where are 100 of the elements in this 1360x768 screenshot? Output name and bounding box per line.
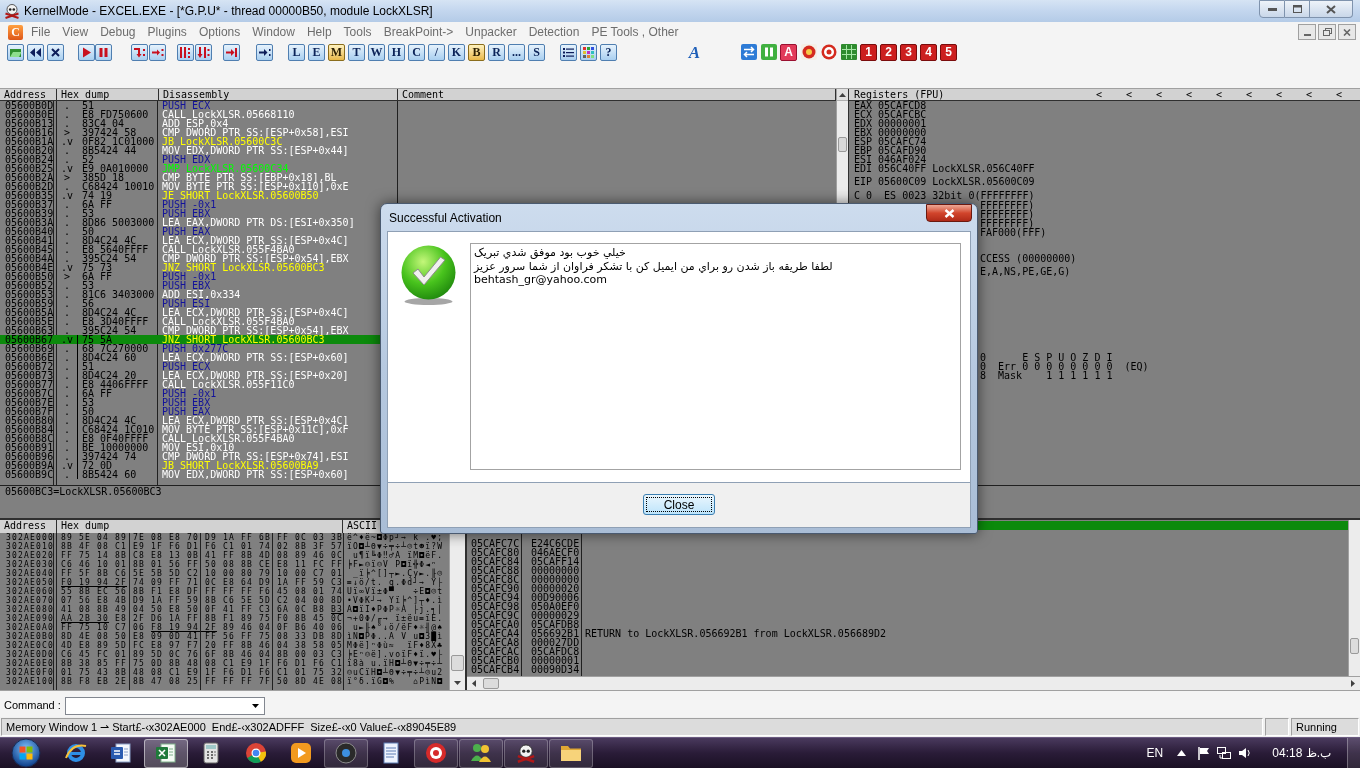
menu-item[interactable]: Window <box>246 23 301 41</box>
pause-button[interactable] <box>95 43 112 61</box>
list-button[interactable] <box>560 43 577 61</box>
letter-button[interactable]: S <box>528 43 545 61</box>
taskbar-button[interactable] <box>459 738 503 768</box>
rewind-button[interactable] <box>27 43 44 61</box>
taskbar-button[interactable] <box>414 738 458 768</box>
chevron-button[interactable]: < <box>1186 89 1192 100</box>
letter-button[interactable]: T <box>348 43 365 61</box>
scroll-thumb[interactable] <box>483 678 499 689</box>
letter-button[interactable]: H <box>388 43 405 61</box>
letter-button[interactable]: ... <box>508 43 525 61</box>
help-button[interactable]: ? <box>600 43 617 61</box>
code-row[interactable]: 05600B2D . C68424 10010 MOV BYTE PTR SS:[ESP+0x110],0xE <box>0 182 836 191</box>
letter-button[interactable]: M <box>328 43 345 61</box>
flag-icon[interactable] <box>1197 746 1212 760</box>
chevron-button[interactable]: < <box>1096 89 1102 100</box>
code-row[interactable]: 05600B1A .v 0F82 1C01000 JB LockXLSR.05600C3C <box>0 137 836 146</box>
menu-item[interactable]: Unpacker <box>459 23 523 41</box>
goto-button[interactable] <box>256 43 273 61</box>
number-button[interactable]: 4 <box>920 43 937 61</box>
code-row[interactable]: 05600B13 . 83C4 04 ADD ESP,0x4 <box>0 119 836 128</box>
code-row[interactable]: 05600B16 > 397424 58 CMP DWORD PTR SS:[ESP+0x58],ESI <box>0 128 836 137</box>
clock[interactable]: 04:18 ب.ظ <box>1272 744 1331 762</box>
chevron-button[interactable]: < <box>1246 89 1252 100</box>
close-button[interactable] <box>1310 0 1353 18</box>
maximize-button[interactable] <box>1285 0 1310 18</box>
letter-button[interactable]: B <box>468 43 485 61</box>
trace-over-button[interactable] <box>195 43 212 61</box>
letter-button[interactable]: W <box>368 43 385 61</box>
code-row[interactable]: 05600B24 . 52 PUSH EDX <box>0 155 836 164</box>
menu-item[interactable]: Debug <box>94 23 142 41</box>
show-desktop-button[interactable] <box>1347 738 1360 768</box>
letter-button[interactable]: L <box>288 43 305 61</box>
letter-button[interactable]: E <box>308 43 325 61</box>
code-row[interactable]: 05600B0E . E8 FD750600 CALL LockXLSR.05668110 <box>0 110 836 119</box>
code-row[interactable]: 05600B20 . 8B5424 44 MOV EDX,DWORD PTR SS:[ESP+0x44] <box>0 146 836 155</box>
close-button[interactable] <box>926 204 972 222</box>
close-dialog-button[interactable]: Close <box>643 494 715 515</box>
till-return-button[interactable] <box>223 43 240 61</box>
triangle-up-icon[interactable] <box>1177 750 1187 756</box>
menu-item[interactable]: Options <box>192 23 247 41</box>
close-file-button[interactable] <box>47 43 64 61</box>
mdi-minimize-button[interactable] <box>1298 24 1316 40</box>
letter-button[interactable]: R <box>488 43 505 61</box>
trace-into-button[interactable] <box>177 43 194 61</box>
chevron-button[interactable]: < <box>1276 89 1282 100</box>
menu-item[interactable]: Help <box>300 23 338 41</box>
menu-item[interactable]: Tools <box>337 23 378 41</box>
taskbar-button[interactable] <box>549 738 593 768</box>
number-button[interactable]: 1 <box>860 43 877 61</box>
menu-item[interactable]: File <box>25 23 57 41</box>
logo-button[interactable]: A <box>686 43 703 61</box>
code-row[interactable]: 05600B25 .v E9 0A010000 JMP LockXLSR.05600C34 <box>0 164 836 173</box>
menu-item[interactable]: Detection <box>522 23 586 41</box>
code-row[interactable]: 05600B35 .v 74 19 JE SHORT LockXLSR.05600B50 <box>0 191 836 200</box>
chevron-button[interactable]: < <box>1216 89 1222 100</box>
palette-button[interactable] <box>580 43 597 61</box>
scroll-thumb[interactable] <box>451 655 464 671</box>
plugin-button[interactable] <box>820 43 837 61</box>
plugin-button[interactable] <box>800 43 817 61</box>
number-button[interactable]: 2 <box>880 43 897 61</box>
number-button[interactable]: 5 <box>940 43 957 61</box>
command-combobox[interactable] <box>64 696 265 715</box>
open-button[interactable] <box>7 43 24 61</box>
taskbar-button[interactable] <box>504 738 548 768</box>
plugin-button[interactable]: A <box>780 43 797 61</box>
minimize-button[interactable] <box>1259 0 1285 18</box>
language-indicator[interactable]: EN <box>1146 744 1164 762</box>
menu-item[interactable]: View <box>56 23 95 41</box>
menu-item[interactable]: PE Tools , Other <box>585 23 685 41</box>
speaker-icon[interactable] <box>1238 746 1253 760</box>
mdi-restore-button[interactable] <box>1318 24 1336 40</box>
chevron-button[interactable]: < <box>1336 89 1342 100</box>
scrollbar[interactable] <box>467 676 1360 690</box>
code-row[interactable]: 05600B9C . 8B5424 60 MOV EDX,DWORD PTR SS:[ESP+0x60] <box>0 470 836 479</box>
scrollbar[interactable] <box>1348 520 1360 676</box>
code-row[interactable]: 05600B0D . 51 PUSH ECX <box>0 101 836 110</box>
menu-item[interactable]: Plugins <box>141 23 193 41</box>
letter-button[interactable]: / <box>428 43 445 61</box>
plugin-button[interactable] <box>740 43 757 61</box>
code-row[interactable]: 05600B2A > 385D 18 CMP BYTE PTR SS:[EBP+0x18],BL <box>0 173 836 182</box>
taskbar-button[interactable] <box>144 738 188 768</box>
network-icon[interactable] <box>1217 746 1232 760</box>
chevron-button[interactable]: < <box>1156 89 1162 100</box>
chevron-button[interactable]: < <box>1126 89 1132 100</box>
plugin-button[interactable] <box>840 43 857 61</box>
step-into-button[interactable] <box>131 43 148 61</box>
number-button[interactable]: 3 <box>900 43 917 61</box>
scroll-thumb[interactable] <box>838 137 847 152</box>
run-button[interactable] <box>78 43 95 61</box>
letter-button[interactable]: C <box>408 43 425 61</box>
letter-button[interactable]: K <box>448 43 465 61</box>
step-over-button[interactable] <box>149 43 166 61</box>
chevron-button[interactable]: < <box>1306 89 1312 100</box>
start-button[interactable] <box>10 738 42 768</box>
menu-item[interactable]: BreakPoint-> <box>377 23 460 41</box>
plugin-button[interactable] <box>760 43 777 61</box>
scroll-thumb[interactable] <box>1350 638 1359 654</box>
mdi-close-button[interactable] <box>1338 24 1356 40</box>
